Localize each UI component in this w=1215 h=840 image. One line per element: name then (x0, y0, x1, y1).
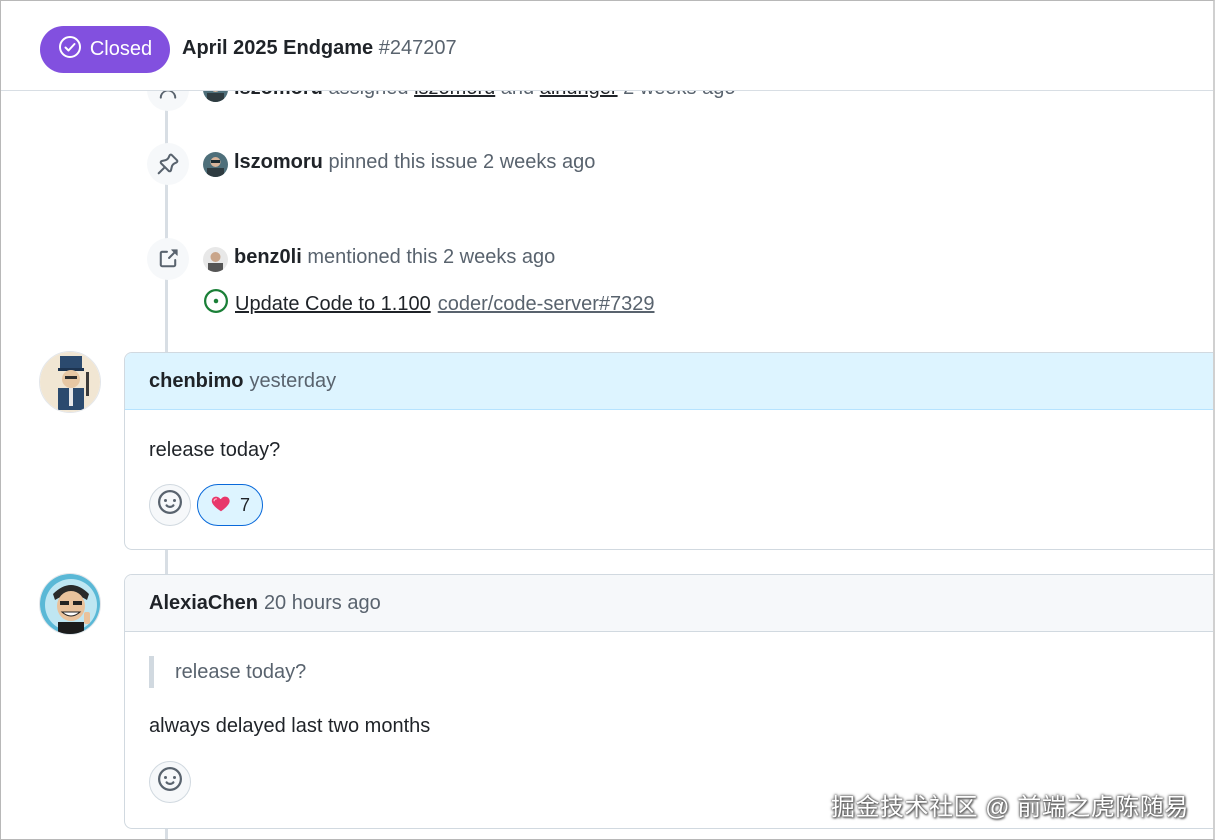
comment-body: release today? 7 (125, 410, 1213, 549)
comment-text: always delayed last two months (149, 715, 431, 737)
avatar[interactable] (39, 351, 101, 413)
event-actor[interactable]: lszomoru (234, 151, 323, 173)
add-reaction-button[interactable] (149, 484, 191, 526)
event-actor[interactable]: benz0li (234, 246, 302, 268)
smiley-icon (158, 490, 182, 520)
status-badge: Closed (40, 26, 170, 73)
status-label: Closed (89, 38, 153, 60)
comment-quote: release today? (149, 656, 306, 688)
add-reaction-button[interactable] (149, 761, 191, 803)
comment-author[interactable]: chenbimo (149, 370, 243, 393)
event-time[interactable]: 2 weeks ago (443, 246, 555, 268)
comment-header: AlexiaChen 20 hours ago (125, 575, 1213, 632)
issue-number: #247207 (378, 37, 457, 59)
event-verb: pinned this issue (328, 151, 478, 173)
heart-icon (210, 492, 232, 519)
event-text: lszomoru pinned this issue 2 weeks ago (234, 151, 595, 174)
issue-page: lszomoru assigned lszomoru and alnunger … (0, 0, 1215, 840)
pin-icon (147, 143, 189, 185)
smiley-icon (158, 767, 182, 797)
link-external-icon (147, 238, 189, 280)
comment: chenbimo yesterday release today? 7 (124, 352, 1213, 550)
comment-header: chenbimo yesterday (125, 353, 1213, 410)
reference-repo[interactable]: coder/code-server#7329 (438, 293, 655, 316)
page-title: April 2025 Endgame #247207 (182, 37, 457, 60)
avatar[interactable] (39, 573, 101, 635)
reaction-count: 7 (239, 494, 250, 515)
cross-reference-link[interactable]: Update Code to 1.100 coder/code-server#7… (204, 289, 655, 319)
watermark: 掘金技术社区 @ 前端之虎陈随易 (831, 794, 1189, 821)
issue-open-icon (204, 289, 228, 319)
sticky-issue-header: Closed April 2025 Endgame #247207 (1, 1, 1213, 91)
event-verb: mentioned this (307, 246, 438, 268)
comment-time[interactable]: yesterday (249, 370, 336, 393)
comment-time[interactable]: 20 hours ago (264, 592, 381, 615)
heart-reaction-button[interactable]: 7 (197, 484, 263, 526)
event-time[interactable]: 2 weeks ago (483, 151, 595, 173)
event-text: benz0li mentioned this 2 weeks ago (234, 246, 555, 269)
avatar[interactable] (203, 152, 228, 177)
avatar[interactable] (203, 247, 228, 272)
comment-text: release today? (149, 439, 281, 461)
comment-author[interactable]: AlexiaChen (149, 592, 258, 615)
check-circle-icon (58, 35, 82, 65)
reference-title[interactable]: Update Code to 1.100 (235, 293, 431, 316)
issue-title-text: April 2025 Endgame (182, 37, 374, 59)
